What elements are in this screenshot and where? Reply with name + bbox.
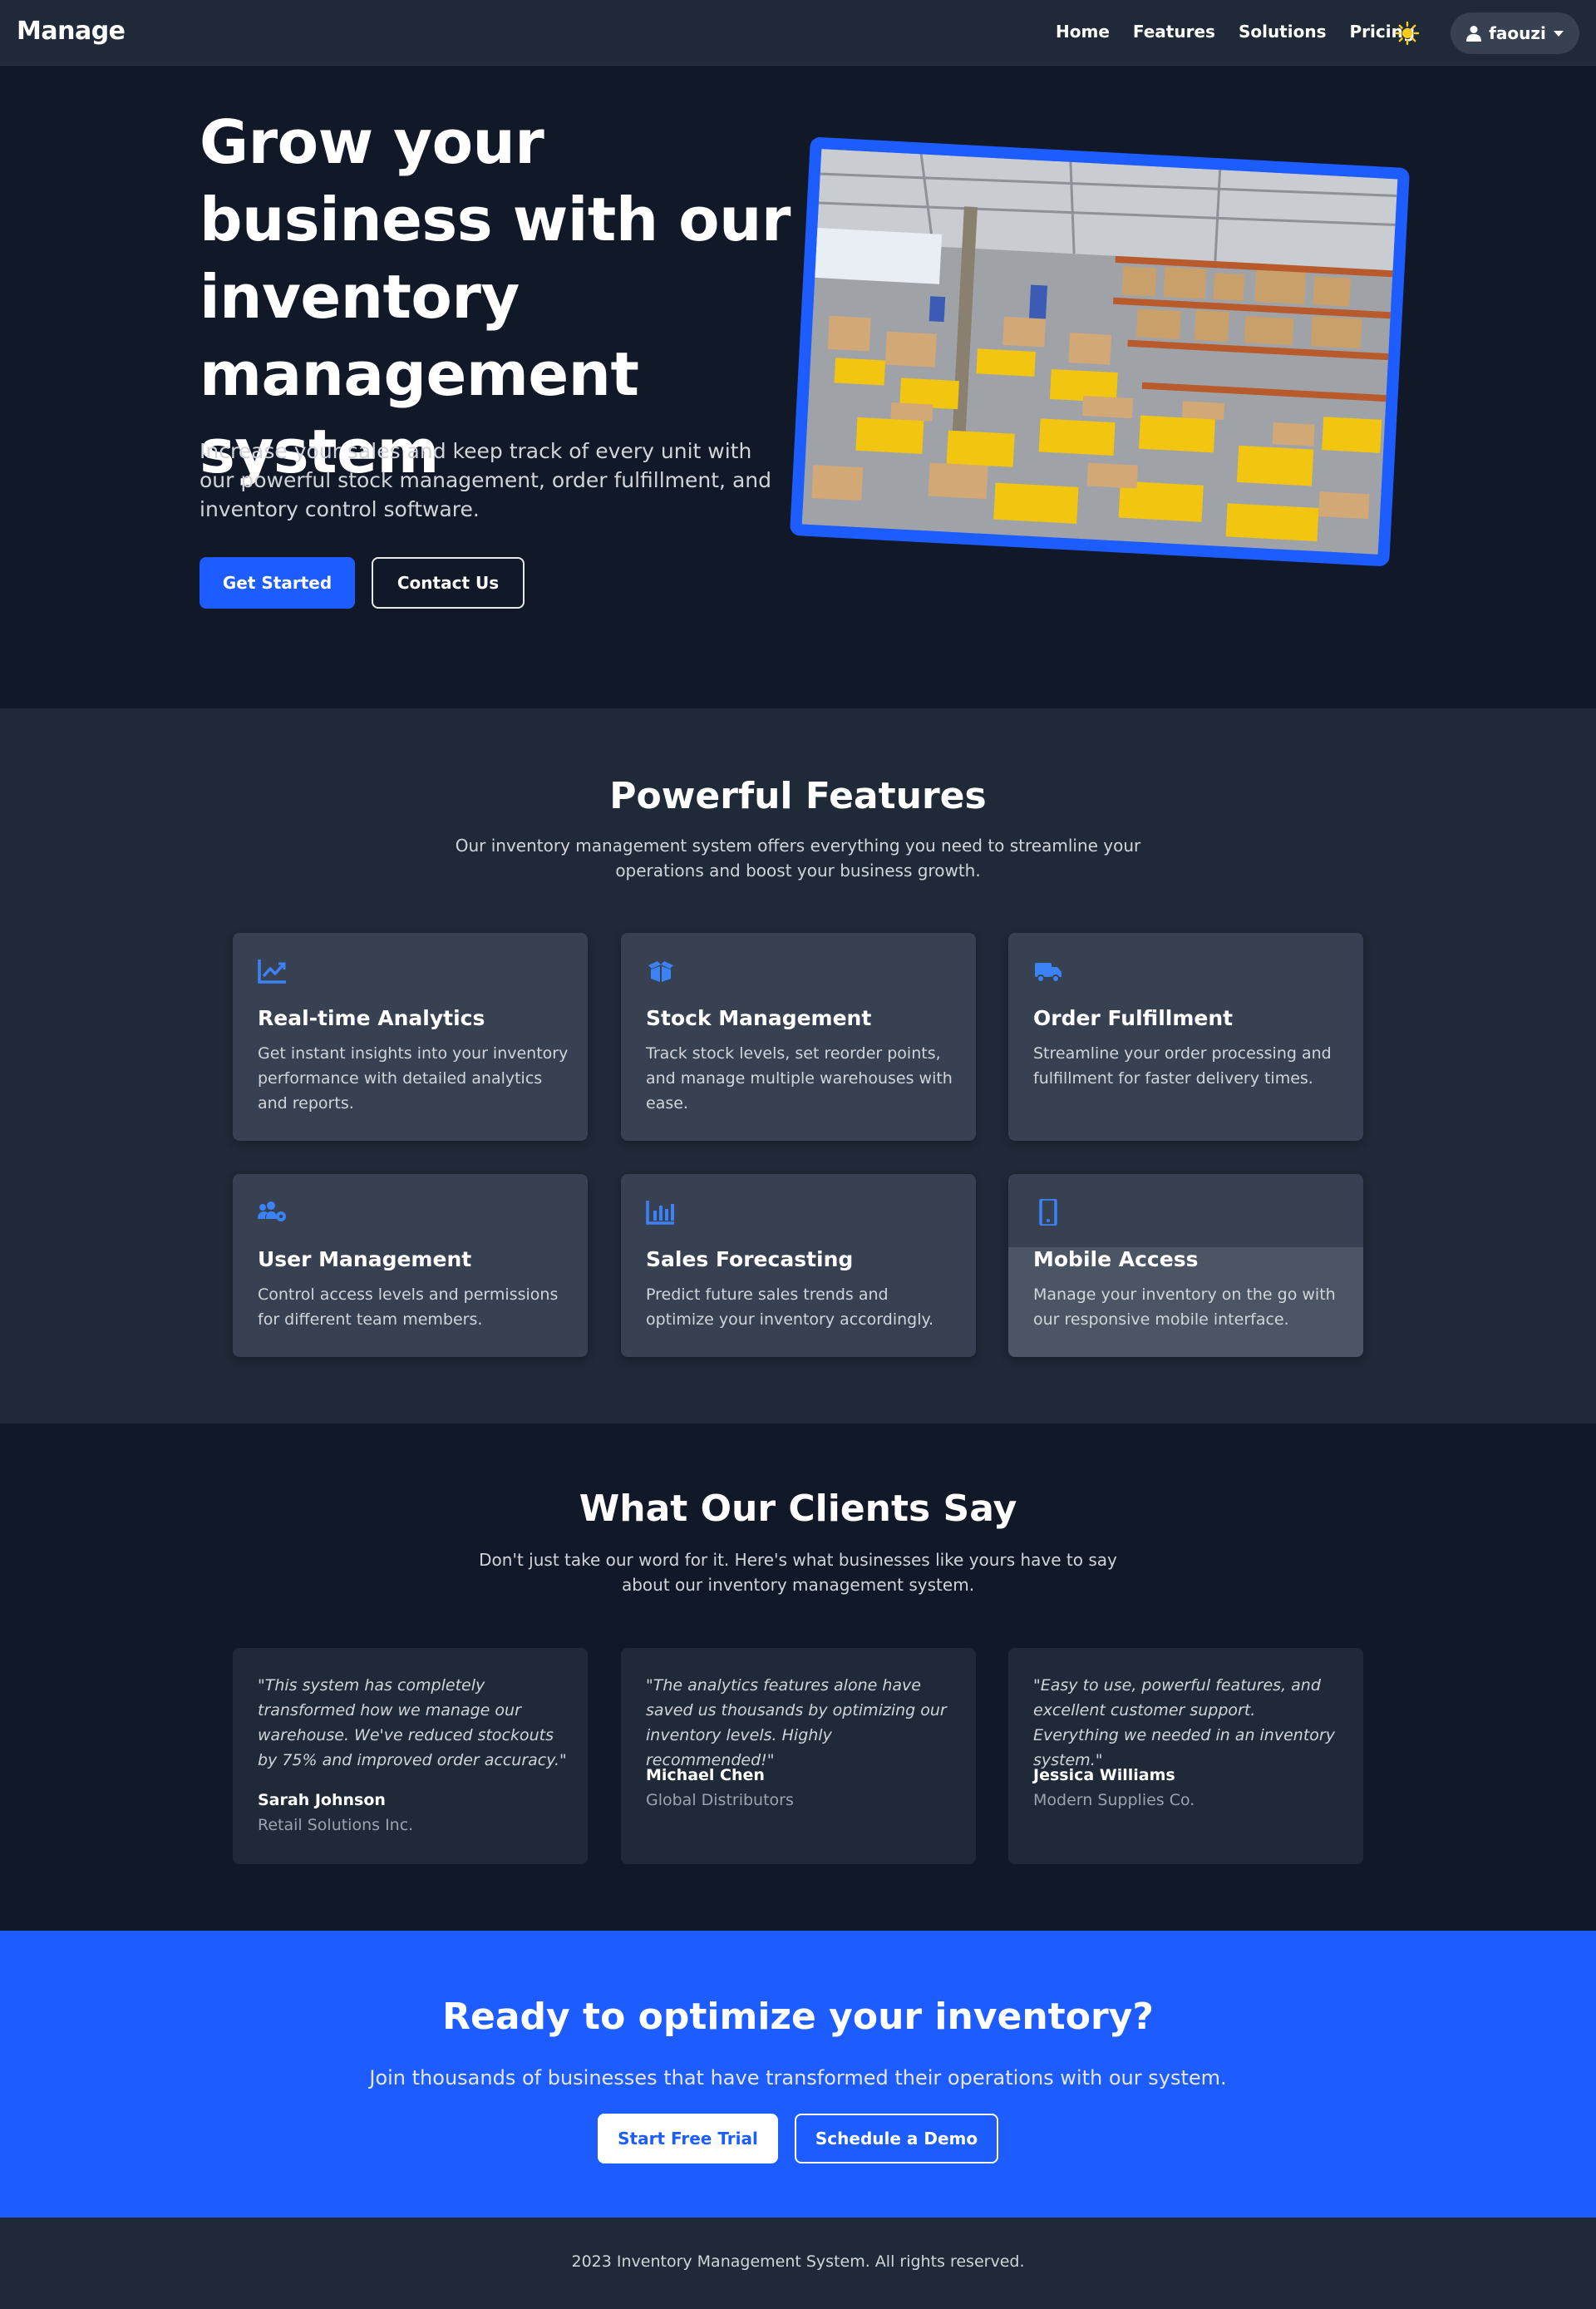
nav-link-solutions[interactable]: Solutions	[1239, 22, 1327, 42]
feature-title: Sales Forecasting	[646, 1247, 854, 1271]
hero-image	[789, 136, 1411, 567]
theme-toggle-button[interactable]	[1395, 21, 1420, 46]
bar-chart-icon	[646, 1201, 674, 1225]
contact-us-button[interactable]: Contact Us	[372, 557, 525, 609]
feature-text: Get instant insights into your inventory…	[258, 1044, 569, 1113]
top-navbar: Manage Home Features Solutions Pricing f…	[0, 0, 1596, 66]
feature-title: Order Fulfillment	[1033, 1006, 1234, 1030]
user-icon	[1466, 26, 1482, 42]
footer-copyright: 2023 Inventory Management System. All ri…	[571, 2252, 1025, 2271]
features-subtitle: Our inventory management system offers e…	[455, 836, 1141, 881]
cta-subtitle: Join thousands of businesses that have t…	[369, 2066, 1227, 2089]
testimonials-section: What Our Clients Say Don't just take our…	[0, 1423, 1596, 1931]
hero-section: Grow your business with our inventory ma…	[0, 67, 1596, 708]
testimonial-name: Sarah Johnson	[258, 1791, 386, 1809]
nav-links: Home Features Solutions Pricing	[1056, 22, 1438, 42]
sun-icon	[1395, 21, 1420, 46]
feature-text: Control access levels and permissions fo…	[258, 1285, 559, 1329]
testimonial-card: "This system has completely transformed …	[233, 1648, 588, 1864]
testimonial-name: Michael Chen	[646, 1766, 765, 1784]
cta-title: Ready to optimize your inventory?	[442, 1996, 1154, 2038]
hero-title: Grow your business with our inventory ma…	[200, 107, 791, 486]
chart-line-icon	[258, 960, 286, 984]
boxes-icon	[648, 961, 673, 982]
truck-icon	[1035, 963, 1062, 983]
warehouse-image	[801, 149, 1398, 555]
users-cog-icon	[258, 1201, 286, 1221]
cta-section: Ready to optimize your inventory? Join t…	[0, 1931, 1596, 2218]
feature-card-mobile: Mobile Access Manage your inventory on t…	[1008, 1174, 1363, 1357]
get-started-button[interactable]: Get Started	[200, 557, 355, 609]
feature-title: Mobile Access	[1033, 1247, 1199, 1271]
testimonial-quote: "Easy to use, powerful features, and exc…	[1033, 1676, 1335, 1769]
testimonial-card: "Easy to use, powerful features, and exc…	[1008, 1648, 1363, 1864]
feature-card-analytics: Real-time Analytics Get instant insights…	[233, 933, 588, 1141]
feature-card-stock: Stock Management Track stock levels, set…	[621, 933, 976, 1141]
brand-logo[interactable]: Manage	[17, 17, 126, 46]
feature-card-users: User Management Control access levels an…	[233, 1174, 588, 1357]
feature-text: Manage your inventory on the go with our…	[1033, 1285, 1336, 1329]
testimonial-company: Modern Supplies Co.	[1033, 1791, 1195, 1809]
start-free-trial-button[interactable]: Start Free Trial	[598, 2114, 778, 2163]
feature-text: Track stock levels, set reorder points, …	[646, 1044, 953, 1113]
user-name: faouzi	[1489, 23, 1546, 43]
testimonial-quote: "This system has completely transformed …	[258, 1676, 567, 1769]
hero-subtitle: Increase your sales and keep track of ev…	[200, 439, 771, 521]
feature-title: Stock Management	[646, 1006, 872, 1030]
chevron-down-icon	[1553, 30, 1564, 37]
feature-text: Streamline your order processing and ful…	[1033, 1044, 1332, 1088]
feature-title: User Management	[258, 1247, 472, 1271]
testimonial-company: Retail Solutions Inc.	[258, 1816, 414, 1834]
schedule-demo-button[interactable]: Schedule a Demo	[795, 2114, 998, 2163]
testimonials-subtitle: Don't just take our word for it. Here's …	[479, 1550, 1117, 1595]
nav-link-home[interactable]: Home	[1056, 22, 1110, 42]
features-section: Powerful Features Our inventory manageme…	[0, 708, 1596, 1423]
feature-card-forecasting: Sales Forecasting Predict future sales t…	[621, 1174, 976, 1357]
features-title: Powerful Features	[609, 775, 987, 817]
testimonial-company: Global Distributors	[646, 1791, 794, 1809]
mobile-icon	[1039, 1199, 1057, 1226]
testimonial-quote: "The analytics features alone have saved…	[646, 1676, 947, 1769]
feature-card-fulfillment: Order Fulfillment Streamline your order …	[1008, 933, 1363, 1141]
nav-link-features[interactable]: Features	[1133, 22, 1215, 42]
testimonial-card: "The analytics features alone have saved…	[621, 1648, 976, 1864]
footer: 2023 Inventory Management System. All ri…	[0, 2218, 1596, 2309]
feature-text: Predict future sales trends and optimize…	[646, 1285, 934, 1329]
testimonials-title: What Our Clients Say	[579, 1488, 1017, 1530]
feature-title: Real-time Analytics	[258, 1006, 485, 1030]
user-menu-button[interactable]: faouzi	[1451, 12, 1579, 54]
testimonial-name: Jessica Williams	[1033, 1766, 1175, 1784]
